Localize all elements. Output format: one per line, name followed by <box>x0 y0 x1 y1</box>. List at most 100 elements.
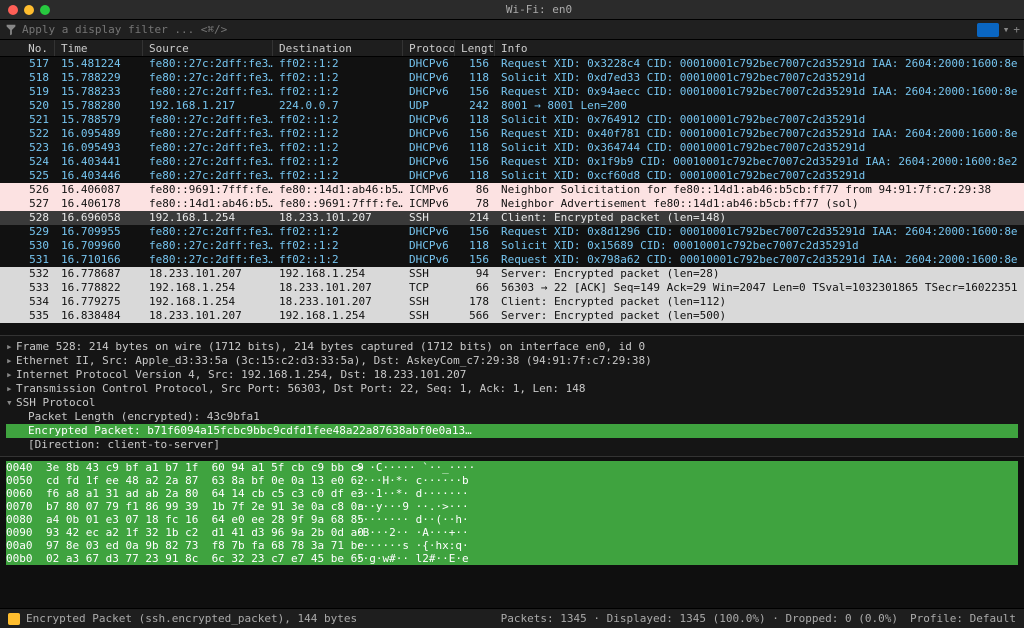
detail-ethernet[interactable]: ▸Ethernet II, Src: Apple_d3:33:5a (3c:15… <box>6 354 1018 368</box>
cell-time: 16.709960 <box>55 239 143 253</box>
cell-time: 16.095493 <box>55 141 143 155</box>
cell-proto: ICMPv6 <box>403 183 455 197</box>
cell-no: 527 <box>0 197 55 211</box>
cell-no: 528 <box>0 211 55 225</box>
cell-proto: DHCPv6 <box>403 169 455 183</box>
hex-row[interactable]: 00b002 a3 67 d3 77 23 91 8c 6c 32 23 c7 … <box>6 552 1018 565</box>
window-title: Wi-Fi: en0 <box>62 3 1016 16</box>
cell-proto: DHCPv6 <box>403 253 455 267</box>
hex-row[interactable]: 0080a4 0b 01 e3 07 18 fc 16 64 e0 ee 28 … <box>6 513 1018 526</box>
packet-row[interactable]: 53416.779275192.168.1.25418.233.101.207S… <box>0 295 1024 309</box>
cell-src: fe80::27c:2dff:fe3… <box>143 155 273 169</box>
packet-row[interactable]: 51915.788233fe80::27c:2dff:fe3…ff02::1:2… <box>0 85 1024 99</box>
cell-proto: UDP <box>403 99 455 113</box>
status-profile[interactable]: Profile: Default <box>910 612 1016 625</box>
packet-row[interactable]: 52716.406178fe80::14d1:ab46:b5…fe80::969… <box>0 197 1024 211</box>
packet-row[interactable]: 53316.778822192.168.1.25418.233.101.207T… <box>0 281 1024 295</box>
cell-len: 156 <box>455 253 495 267</box>
packet-row[interactable]: 52516.403446fe80::27c:2dff:fe3…ff02::1:2… <box>0 169 1024 183</box>
cell-len: 118 <box>455 71 495 85</box>
packet-row[interactable]: 52316.095493fe80::27c:2dff:fe3…ff02::1:2… <box>0 141 1024 155</box>
close-icon[interactable] <box>8 5 18 15</box>
detail-frame[interactable]: ▸Frame 528: 214 bytes on wire (1712 bits… <box>6 340 1018 354</box>
cell-time: 16.403446 <box>55 169 143 183</box>
cell-info: Solicit XID: 0x15689 CID: 00010001c792be… <box>495 239 1024 253</box>
cell-dst: ff02::1:2 <box>273 85 403 99</box>
cell-time: 16.403441 <box>55 155 143 169</box>
cell-dst: 192.168.1.254 <box>273 267 403 281</box>
packet-row[interactable]: 52216.095489fe80::27c:2dff:fe3…ff02::1:2… <box>0 127 1024 141</box>
hex-row[interactable]: 00403e 8b 43 c9 bf a1 b7 1f 60 94 a1 5f … <box>6 461 1018 474</box>
cell-len: 118 <box>455 169 495 183</box>
col-info[interactable]: Info <box>495 40 1024 56</box>
display-filter-input[interactable] <box>22 23 973 36</box>
cell-len: 118 <box>455 113 495 127</box>
add-filter-icon[interactable]: + <box>1013 23 1020 36</box>
cell-time: 16.710166 <box>55 253 143 267</box>
cell-info: Request XID: 0x94aecc CID: 00010001c792b… <box>495 85 1024 99</box>
hex-ascii: ·B···2·· ·A···+·· <box>356 526 1018 539</box>
cell-src: 192.168.1.217 <box>143 99 273 113</box>
detail-tcp[interactable]: ▸Transmission Control Protocol, Src Port… <box>6 382 1018 396</box>
cell-info: Solicit XID: 0xcf60d8 CID: 00010001c792b… <box>495 169 1024 183</box>
packet-list-header: No. Time Source Destination Protocol Len… <box>0 40 1024 57</box>
packet-row[interactable]: 53516.83848418.233.101.207192.168.1.254S… <box>0 309 1024 323</box>
detail-ssh[interactable]: ▾SSH Protocol <box>6 396 1018 410</box>
col-source[interactable]: Source <box>143 40 273 56</box>
hex-row[interactable]: 009093 42 ec a2 1f 32 1b c2 d1 41 d3 96 … <box>6 526 1018 539</box>
cell-time: 15.788579 <box>55 113 143 127</box>
cell-len: 156 <box>455 155 495 169</box>
cell-len: 118 <box>455 141 495 155</box>
hex-row[interactable]: 0070b7 80 07 79 f1 86 99 39 1b 7f 2e 91 … <box>6 500 1018 513</box>
cell-len: 156 <box>455 225 495 239</box>
packet-row[interactable]: 51715.481224fe80::27c:2dff:fe3…ff02::1:2… <box>0 57 1024 71</box>
cell-len: 156 <box>455 127 495 141</box>
cell-info: Request XID: 0x40f781 CID: 00010001c792b… <box>495 127 1024 141</box>
cell-dst: 18.233.101.207 <box>273 295 403 309</box>
detail-direction[interactable]: [Direction: client-to-server] <box>6 438 1018 452</box>
cell-src: fe80::27c:2dff:fe3… <box>143 57 273 71</box>
packet-row[interactable]: 53216.77868718.233.101.207192.168.1.254S… <box>0 267 1024 281</box>
packet-row[interactable]: 52115.788579fe80::27c:2dff:fe3…ff02::1:2… <box>0 113 1024 127</box>
packet-row[interactable]: 52015.788280192.168.1.217224.0.0.7UDP242… <box>0 99 1024 113</box>
col-length[interactable]: Length <box>455 40 495 56</box>
packet-row[interactable]: 53016.709960fe80::27c:2dff:fe3…ff02::1:2… <box>0 239 1024 253</box>
col-no[interactable]: No. <box>0 40 55 56</box>
detail-packet-length[interactable]: Packet Length (encrypted): 43c9bfa1 <box>6 410 1018 424</box>
hex-bytes: 02 a3 67 d3 77 23 91 8c 6c 32 23 c7 e7 4… <box>46 552 356 565</box>
bookmark-filter-icon[interactable] <box>4 23 18 37</box>
packet-details-pane[interactable]: ▸Frame 528: 214 bytes on wire (1712 bits… <box>0 335 1024 456</box>
maximize-icon[interactable] <box>40 5 50 15</box>
detail-encrypted-packet[interactable]: Encrypted Packet: b71f6094a15fcbc9bbc9cd… <box>6 424 1018 438</box>
minimize-icon[interactable] <box>24 5 34 15</box>
cell-dst: ff02::1:2 <box>273 253 403 267</box>
cell-dst: ff02::1:2 <box>273 57 403 71</box>
hex-row[interactable]: 0050cd fd 1f ee 48 a2 2a 87 63 8a bf 0e … <box>6 474 1018 487</box>
expert-info-icon[interactable] <box>8 613 20 625</box>
detail-ip[interactable]: ▸Internet Protocol Version 4, Src: 192.1… <box>6 368 1018 382</box>
hex-offset: 0090 <box>6 526 46 539</box>
hex-ascii: ····H·*· c······b <box>356 474 1018 487</box>
dropdown-icon[interactable]: ▾ <box>1003 23 1010 36</box>
hex-row[interactable]: 00a097 8e 03 ed 0a 9b 82 73 f8 7b fa 68 … <box>6 539 1018 552</box>
cell-time: 16.778822 <box>55 281 143 295</box>
cell-proto: DHCPv6 <box>403 239 455 253</box>
packet-list[interactable]: 51715.481224fe80::27c:2dff:fe3…ff02::1:2… <box>0 57 1024 335</box>
packet-bytes-pane[interactable]: 00403e 8b 43 c9 bf a1 b7 1f 60 94 a1 5f … <box>0 456 1024 608</box>
packet-row[interactable]: 52416.403441fe80::27c:2dff:fe3…ff02::1:2… <box>0 155 1024 169</box>
packet-row[interactable]: 52616.406087fe80::9691:7fff:fe…fe80::14d… <box>0 183 1024 197</box>
packet-row[interactable]: 51815.788229fe80::27c:2dff:fe3…ff02::1:2… <box>0 71 1024 85</box>
packet-row[interactable]: 53116.710166fe80::27c:2dff:fe3…ff02::1:2… <box>0 253 1024 267</box>
packet-row[interactable]: 52816.696058192.168.1.25418.233.101.207S… <box>0 211 1024 225</box>
hex-row[interactable]: 0060f6 a8 a1 31 ad ab 2a 80 64 14 cb c5 … <box>6 487 1018 500</box>
cell-proto: SSH <box>403 295 455 309</box>
cell-src: 18.233.101.207 <box>143 309 273 323</box>
col-protocol[interactable]: Protocol <box>403 40 455 56</box>
cell-proto: DHCPv6 <box>403 225 455 239</box>
cell-len: 242 <box>455 99 495 113</box>
expression-button[interactable] <box>977 23 999 37</box>
hex-offset: 00a0 <box>6 539 46 552</box>
col-time[interactable]: Time <box>55 40 143 56</box>
packet-row[interactable]: 52916.709955fe80::27c:2dff:fe3…ff02::1:2… <box>0 225 1024 239</box>
col-destination[interactable]: Destination <box>273 40 403 56</box>
